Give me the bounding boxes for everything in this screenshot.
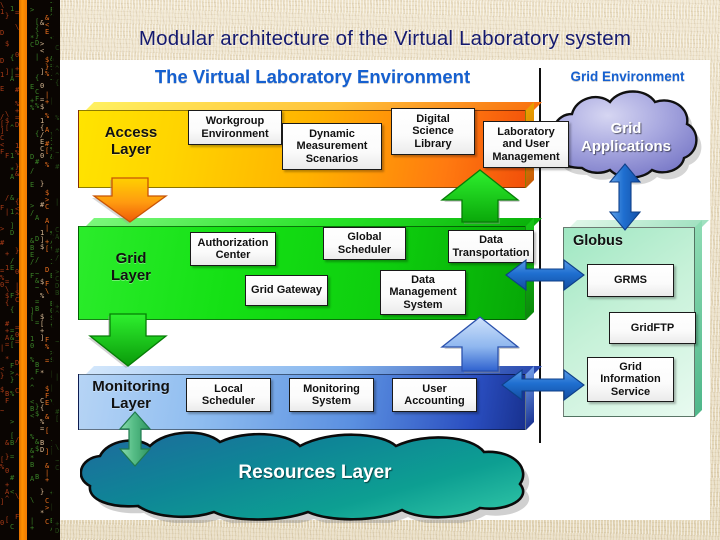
grid-to-access-arrow — [442, 170, 518, 224]
monitoring-resources-arrow — [118, 412, 152, 466]
vl-environment-header: The Virtual Laboratory Environment — [85, 66, 540, 88]
monitoring-globus-arrow — [502, 368, 584, 402]
box-monitoring-system[interactable]: Monitoring System — [289, 378, 374, 412]
box-grid-gateway[interactable]: Grid Gateway — [245, 275, 328, 306]
box-user-accounting[interactable]: User Accounting — [392, 378, 477, 412]
globus-applications-arrow — [608, 164, 642, 230]
box-authorization-center[interactable]: Authorization Center — [190, 232, 276, 266]
box-workgroup-environment[interactable]: Workgroup Environment — [188, 110, 282, 145]
box-grid-information-service[interactable]: Grid Information Service — [587, 357, 674, 402]
band-fade — [52, 0, 60, 540]
access-layer-label: Access Layer — [88, 124, 174, 158]
monitoring-to-grid-arrow — [442, 317, 518, 373]
access-to-grid-arrow — [90, 178, 162, 224]
grid-environment-header: Grid Environment — [550, 69, 705, 84]
box-global-scheduler[interactable]: Global Scheduler — [323, 227, 406, 260]
grid-to-monitoring-arrow — [90, 314, 166, 368]
orange-accent-stripe — [19, 0, 27, 540]
page-title: Modular architecture of the Virtual Labo… — [60, 22, 710, 56]
grid-globus-arrow — [506, 258, 584, 292]
globus-panel-side — [695, 220, 702, 417]
box-local-scheduler[interactable]: Local Scheduler — [186, 378, 271, 412]
globus-label: Globus — [573, 233, 623, 249]
box-gridftp[interactable]: GridFTP — [609, 312, 696, 344]
grid-layer-label: Grid Layer — [88, 250, 174, 284]
box-digital-science-library[interactable]: Digital Science Library — [391, 108, 475, 155]
decorative-code-band: + \ 1 D D 1 E / [ ] C < F F > # = % 0 | … — [0, 0, 60, 540]
box-data-management-system[interactable]: Data Management System — [380, 270, 466, 315]
box-dynamic-measurement-scenarios[interactable]: Dynamic Measurement Scenarios — [282, 123, 382, 170]
diagram-canvas: The Virtual Laboratory Environment Grid … — [60, 60, 710, 520]
monitoring-layer-label: Monitoring Layer — [88, 378, 174, 412]
box-grms[interactable]: GRMS — [587, 264, 674, 297]
box-laboratory-and-user-management[interactable]: Laboratory and User Management — [483, 121, 569, 168]
